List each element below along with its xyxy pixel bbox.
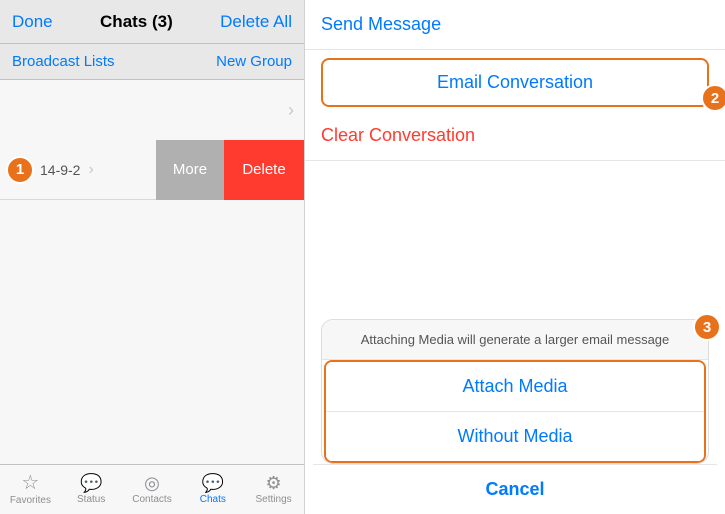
sheet-wrapper: 3 Attaching Media will generate a larger… <box>313 319 717 514</box>
tab-settings-label: Settings <box>256 494 292 505</box>
attach-media-box: Attach Media Without Media <box>324 360 706 463</box>
tab-favorites[interactable]: ☆ Favorites <box>0 465 61 514</box>
row-chevron-icon: › <box>88 161 93 179</box>
tab-status-label: Status <box>77 494 105 505</box>
cancel-button[interactable]: Cancel <box>313 464 717 514</box>
email-conversation-box: Email Conversation <box>321 58 709 107</box>
right-panel: Send Message Email Conversation 2 Clear … <box>305 0 725 514</box>
left-panel: Done Chats (3) Delete All Broadcast List… <box>0 0 305 514</box>
without-media-button[interactable]: Without Media <box>326 412 704 461</box>
attach-media-button[interactable]: Attach Media <box>326 362 704 412</box>
email-conversation-label: Email Conversation <box>437 72 593 93</box>
delete-button[interactable]: Delete <box>224 140 304 200</box>
tab-contacts[interactable]: ◎ Contacts <box>122 465 183 514</box>
chats-icon: 💬 <box>202 474 224 492</box>
contacts-icon: ◎ <box>144 474 160 492</box>
send-message-label: Send Message <box>321 14 441 35</box>
delete-all-button[interactable]: Delete All <box>220 12 292 32</box>
chat-list: › 1 → 14-9-2 › More Delete <box>0 80 304 464</box>
tab-contacts-label: Contacts <box>132 494 171 505</box>
status-icon: 💬 <box>80 474 102 492</box>
done-button[interactable]: Done <box>12 12 53 32</box>
chat-date: 14-9-2 <box>40 162 80 178</box>
annotation-1: 1 <box>6 156 34 184</box>
tab-chats[interactable]: 💬 Chats <box>182 465 243 514</box>
tab-settings[interactable]: ⚙ Settings <box>243 465 304 514</box>
bottom-sheet-container: 3 Attaching Media will generate a larger… <box>305 319 725 514</box>
tab-chats-label: Chats <box>200 494 226 505</box>
clear-conversation-item[interactable]: Clear Conversation <box>305 111 725 161</box>
top-actions: Send Message Email Conversation 2 Clear … <box>305 0 725 161</box>
send-message-item[interactable]: Send Message <box>305 0 725 50</box>
chat-row-collapsed[interactable]: › <box>0 80 304 140</box>
annotation-3: 3 <box>693 313 721 341</box>
email-conversation-section: Email Conversation 2 <box>305 50 725 107</box>
broadcast-lists-link[interactable]: Broadcast Lists <box>12 53 115 70</box>
swipe-action-buttons: More Delete <box>156 140 304 199</box>
sub-bar: Broadcast Lists New Group <box>0 44 304 80</box>
email-conversation-item[interactable]: Email Conversation <box>323 60 707 105</box>
tab-bar: ☆ Favorites 💬 Status ◎ Contacts 💬 Chats … <box>0 464 304 514</box>
chats-title: Chats (3) <box>100 12 173 32</box>
favorites-icon: ☆ <box>21 473 39 493</box>
clear-conversation-label: Clear Conversation <box>321 125 475 146</box>
chevron-right-icon: › <box>288 100 294 121</box>
tab-favorites-label: Favorites <box>10 495 51 506</box>
settings-icon: ⚙ <box>266 474 282 492</box>
top-bar: Done Chats (3) Delete All <box>0 0 304 44</box>
chat-row-swipe[interactable]: 1 → 14-9-2 › More Delete <box>0 140 304 200</box>
annotation-2: 2 <box>701 84 725 112</box>
more-button[interactable]: More <box>156 140 224 200</box>
new-group-button[interactable]: New Group <box>216 53 292 70</box>
bottom-sheet: Attaching Media will generate a larger e… <box>321 319 709 464</box>
sheet-message: Attaching Media will generate a larger e… <box>322 320 708 360</box>
tab-status[interactable]: 💬 Status <box>61 465 122 514</box>
